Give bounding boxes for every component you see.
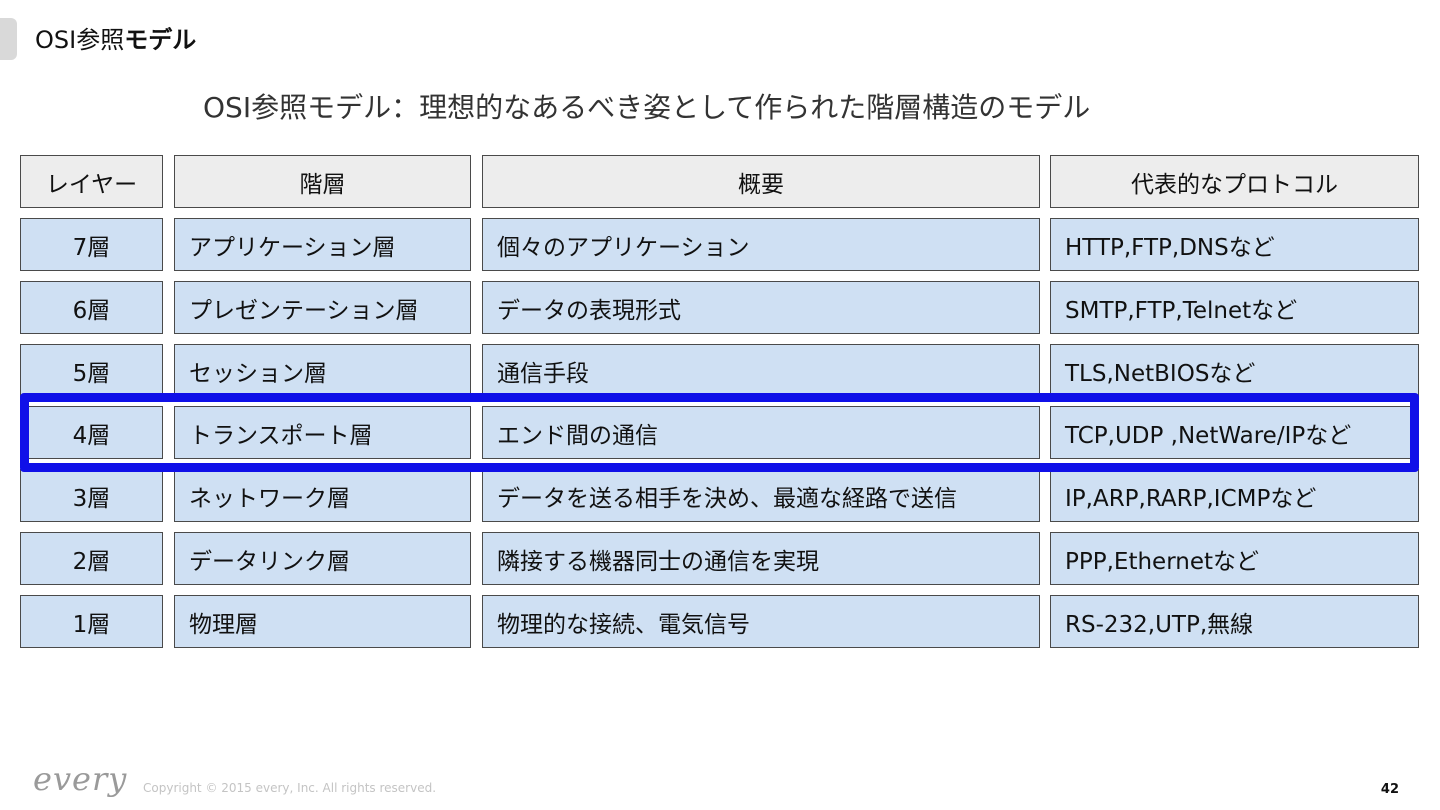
table-cell-hierarchy: アプリケーション層 [174, 218, 471, 271]
column-header-protocols: 代表的なプロトコル [1050, 155, 1419, 208]
table-cell-hierarchy: トランスポート層 [174, 406, 471, 459]
page-title-regular: OSI参照 [35, 26, 125, 54]
page-number: 42 [1380, 782, 1399, 797]
page-title: OSI参照モデル [35, 24, 196, 56]
table-cell-layer: 6層 [20, 281, 163, 334]
table-cell-layer: 2層 [20, 532, 163, 585]
table-cell-summary: エンド間の通信 [482, 406, 1040, 459]
table-cell-protocols: TCP,UDP ,NetWare/IPなど [1050, 406, 1419, 459]
table-cell-layer: 3層 [20, 469, 163, 522]
column-header-layer: レイヤー [20, 155, 163, 208]
table-cell-protocols: SMTP,FTP,Telnetなど [1050, 281, 1419, 334]
table-cell-layer: 5層 [20, 344, 163, 397]
table-cell-protocols: HTTP,FTP,DNSなど [1050, 218, 1419, 271]
table-cell-hierarchy: 物理層 [174, 595, 471, 648]
table-cell-summary: 物理的な接続、電気信号 [482, 595, 1040, 648]
table-cell-summary: データの表現形式 [482, 281, 1040, 334]
table-cell-protocols: RS-232,UTP,無線 [1050, 595, 1419, 648]
table-cell-layer: 7層 [20, 218, 163, 271]
table-cell-summary: 通信手段 [482, 344, 1040, 397]
every-logo: every [33, 760, 128, 798]
table-cell-layer: 1層 [20, 595, 163, 648]
table-cell-hierarchy: セッション層 [174, 344, 471, 397]
table-cell-layer: 4層 [20, 406, 163, 459]
table-cell-hierarchy: プレゼンテーション層 [174, 281, 471, 334]
table-cell-protocols: PPP,Ethernetなど [1050, 532, 1419, 585]
table-cell-hierarchy: データリンク層 [174, 532, 471, 585]
table-cell-summary: 隣接する機器同士の通信を実現 [482, 532, 1040, 585]
table-cell-protocols: TLS,NetBIOSなど [1050, 344, 1419, 397]
section-tab [0, 18, 17, 60]
copyright-text: Copyright © 2015 every, Inc. All rights … [143, 781, 437, 795]
column-header-hierarchy: 階層 [174, 155, 471, 208]
column-header-summary: 概要 [482, 155, 1040, 208]
slide-subtitle: OSI参照モデル：理想的なあるべき姿として作られた階層構造のモデル [203, 91, 1091, 124]
table-cell-hierarchy: ネットワーク層 [174, 469, 471, 522]
table-cell-protocols: IP,ARP,RARP,ICMPなど [1050, 469, 1419, 522]
page-title-bold: モデル [124, 26, 197, 54]
slide: OSI参照モデル OSI参照モデル：理想的なあるべき姿として作られた階層構造のモ… [0, 0, 1440, 810]
table-cell-summary: 個々のアプリケーション [482, 218, 1040, 271]
table-cell-summary: データを送る相手を決め、最適な経路で送信 [482, 469, 1040, 522]
